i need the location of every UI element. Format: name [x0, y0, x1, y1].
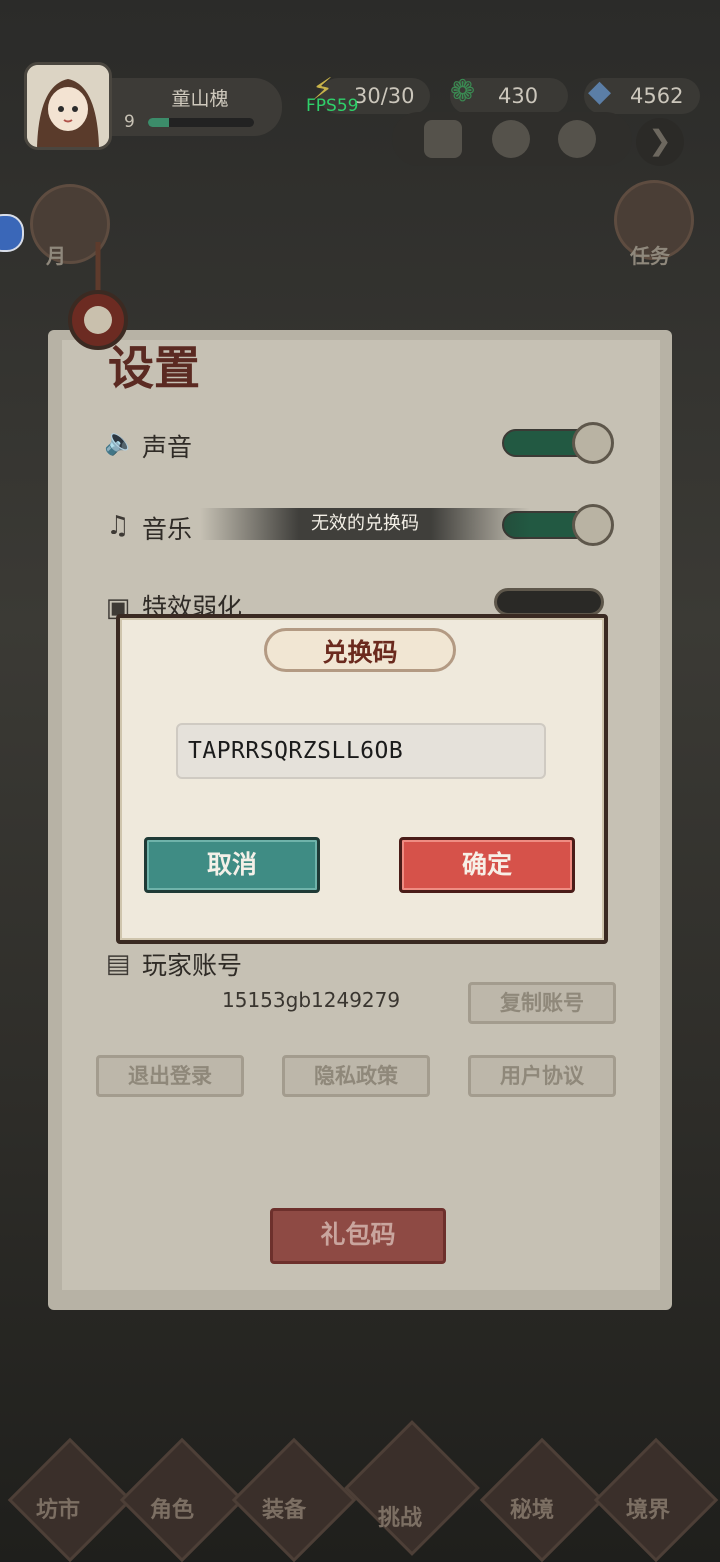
- confirm-button[interactable]: 确定: [399, 837, 575, 893]
- cancel-button[interactable]: 取消: [144, 837, 320, 893]
- dialog-title: 兑换码: [322, 638, 398, 667]
- redeem-code-input[interactable]: TAPRRSQRZSLL6OB: [176, 723, 546, 779]
